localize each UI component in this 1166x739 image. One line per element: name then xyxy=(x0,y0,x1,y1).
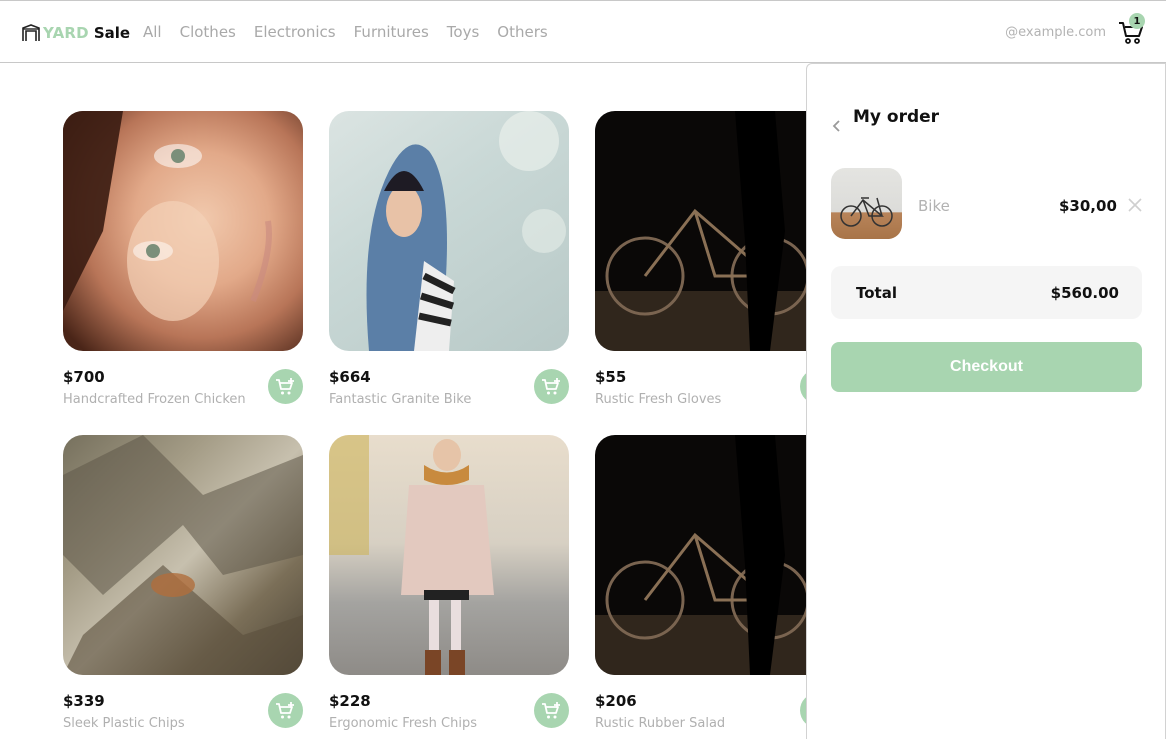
product-card[interactable]: $228 Ergonomic Fresh Chips xyxy=(329,435,571,731)
product-title: Rustic Fresh Gloves xyxy=(595,392,722,407)
brand-logo[interactable]: YARD Sale xyxy=(21,22,130,44)
add-to-cart-icon xyxy=(275,701,294,718)
portrait-photo xyxy=(63,111,272,321)
product-price: $700 xyxy=(63,368,105,386)
product-title: Rustic Rubber Salad xyxy=(595,716,726,731)
product-title: Handcrafted Frozen Chicken xyxy=(63,392,246,407)
product-card[interactable]: $339 Sleek Plastic Chips xyxy=(63,435,305,731)
product-title: Fantastic Granite Bike xyxy=(329,392,472,407)
product-card[interactable]: $664 Fantastic Granite Bike xyxy=(329,111,571,407)
product-price: $228 xyxy=(329,692,371,710)
add-to-cart-button[interactable] xyxy=(534,693,569,728)
order-panel-title: My order xyxy=(853,107,940,127)
nav-link-clothes[interactable]: Clothes xyxy=(180,23,236,41)
product-image[interactable] xyxy=(63,435,303,675)
bike-silhouette-photo xyxy=(595,435,835,675)
category-nav: All Clothes Electronics Furnitures Toys … xyxy=(143,23,566,41)
scarf-photo xyxy=(366,111,566,351)
nav-link-toys[interactable]: Toys xyxy=(447,23,479,41)
order-item-name: Bike xyxy=(918,197,950,215)
product-price: $339 xyxy=(63,692,105,710)
total-value: $560.00 xyxy=(1050,284,1119,302)
top-navbar: YARD Sale All Clothes Electronics Furnit… xyxy=(0,0,1166,63)
product-price: $664 xyxy=(329,368,371,386)
product-title: Sleek Plastic Chips xyxy=(63,716,185,731)
user-email: @example.com xyxy=(1005,25,1106,40)
product-image[interactable] xyxy=(595,111,835,351)
product-title: Ergonomic Fresh Chips xyxy=(329,716,477,731)
product-image[interactable] xyxy=(595,435,835,675)
nav-link-electronics[interactable]: Electronics xyxy=(254,23,336,41)
product-card[interactable]: $55 Rustic Fresh Gloves xyxy=(595,111,837,407)
product-image[interactable] xyxy=(63,111,303,351)
add-to-cart-button[interactable] xyxy=(534,369,569,404)
add-to-cart-button[interactable] xyxy=(268,369,303,404)
nav-link-others[interactable]: Others xyxy=(497,23,547,41)
brand-word-yard: YARD xyxy=(43,24,89,42)
add-to-cart-icon xyxy=(275,377,294,394)
cart-count-badge: 1 xyxy=(1129,13,1145,29)
brand-word-sale: Sale xyxy=(93,24,131,42)
nav-link-furnitures[interactable]: Furnitures xyxy=(354,23,429,41)
add-to-cart-icon xyxy=(541,701,560,718)
product-card[interactable]: $700 Handcrafted Frozen Chicken xyxy=(63,111,305,407)
total-label: Total xyxy=(856,284,897,302)
coat-photo xyxy=(329,435,494,675)
add-to-cart-icon xyxy=(541,377,560,394)
order-item-price: $30,00 xyxy=(1059,197,1117,215)
add-to-cart-button[interactable] xyxy=(268,693,303,728)
close-icon[interactable] xyxy=(1127,197,1143,213)
order-panel: My order Bike $30,00 Total $560.00 Check… xyxy=(806,63,1166,739)
chevron-left-icon[interactable] xyxy=(831,119,843,133)
product-image[interactable] xyxy=(329,111,569,351)
bike-photo xyxy=(840,197,893,227)
product-price: $55 xyxy=(595,368,627,386)
product-image[interactable] xyxy=(329,435,569,675)
product-card[interactable]: $206 Rustic Rubber Salad xyxy=(595,435,837,731)
nav-link-all[interactable]: All xyxy=(143,23,162,41)
store-icon xyxy=(22,24,40,41)
product-price: $206 xyxy=(595,692,637,710)
order-total-box: Total $560.00 xyxy=(831,266,1142,319)
rock-photo xyxy=(63,435,303,675)
order-item-thumbnail xyxy=(831,168,902,239)
checkout-button[interactable]: Checkout xyxy=(831,342,1142,392)
bike-silhouette-photo xyxy=(595,111,835,351)
